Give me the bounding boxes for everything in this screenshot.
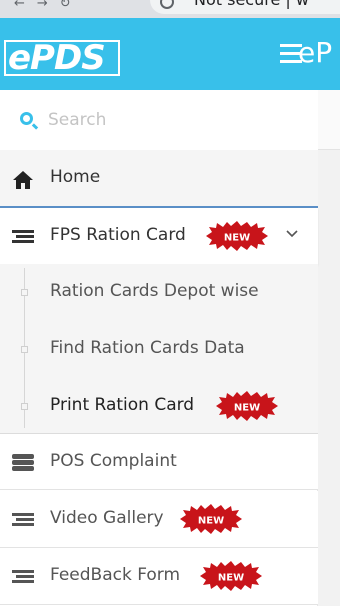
sidebar-item-label: POS Complaint	[50, 451, 177, 471]
tree-node-marker	[21, 289, 28, 296]
submenu-item-label: Find Ration Cards Data	[50, 338, 245, 358]
new-badge: NEW	[200, 561, 262, 591]
tree-node-marker	[21, 403, 28, 410]
browser-toolbar: ←→↻ Not secure | w	[0, 0, 340, 18]
home-icon	[13, 171, 33, 189]
submenu-item-label: Print Ration Card	[50, 395, 195, 415]
sidebar-item-label: Video Gallery	[50, 508, 164, 528]
sidebar-item-video-gallery[interactable]: Video Gallery NEW	[0, 491, 318, 548]
sidebar-search	[0, 90, 318, 150]
svg-text:NEW: NEW	[224, 233, 250, 244]
top-header: ePDS eP	[0, 18, 340, 90]
tree-node-marker	[21, 346, 28, 353]
content-header-bar	[318, 90, 340, 150]
sidebar-item-label: Home	[50, 167, 101, 187]
address-bar[interactable]: Not secure | w	[150, 0, 340, 14]
sidebar-item-home[interactable]: Home	[0, 150, 318, 208]
submenu-item-label: Ration Cards Depot wise	[50, 281, 259, 301]
new-badge: NEW	[216, 391, 278, 421]
logo-text: ePDS	[8, 38, 106, 78]
sidebar-item-fps-ration-card[interactable]: FPS Ration Card NEW	[0, 208, 318, 265]
new-badge: NEW	[180, 504, 242, 534]
sidebar-item-label: FPS Ration Card	[50, 225, 186, 245]
new-badge: NEW	[206, 221, 268, 251]
sidebar: Home FPS Ration Card NEW Ration Cards De…	[0, 90, 318, 606]
address-text: Not secure | w	[194, 0, 309, 9]
nav-arrows[interactable]: ←→↻	[14, 0, 83, 11]
header-title: eP	[298, 36, 333, 69]
list-lines-icon	[12, 570, 34, 586]
logo[interactable]: ePDS	[4, 38, 120, 78]
svg-text:NEW: NEW	[198, 516, 224, 527]
sidebar-item-feedback-form[interactable]: FeedBack Form NEW	[0, 548, 318, 605]
main-content-area	[318, 90, 340, 606]
search-input[interactable]	[48, 105, 298, 135]
info-icon	[160, 0, 174, 9]
fps-submenu: Ration Cards Depot wise Find Ration Card…	[0, 264, 318, 433]
list-lines-icon	[12, 230, 34, 246]
submenu-item-ration-cards-depot-wise[interactable]: Ration Cards Depot wise	[0, 264, 318, 320]
svg-text:NEW: NEW	[234, 403, 260, 414]
submenu-item-print-ration-card[interactable]: Print Ration Card NEW	[0, 378, 318, 434]
server-stack-icon	[12, 454, 34, 472]
chevron-down-icon[interactable]	[286, 228, 298, 240]
svg-text:NEW: NEW	[218, 573, 244, 584]
sidebar-item-label: FeedBack Form	[50, 565, 181, 585]
search-icon[interactable]	[20, 112, 33, 125]
sidebar-item-pos-complaint[interactable]: POS Complaint	[0, 433, 318, 490]
submenu-item-find-ration-cards-data[interactable]: Find Ration Cards Data	[0, 321, 318, 377]
list-lines-icon	[12, 513, 34, 529]
